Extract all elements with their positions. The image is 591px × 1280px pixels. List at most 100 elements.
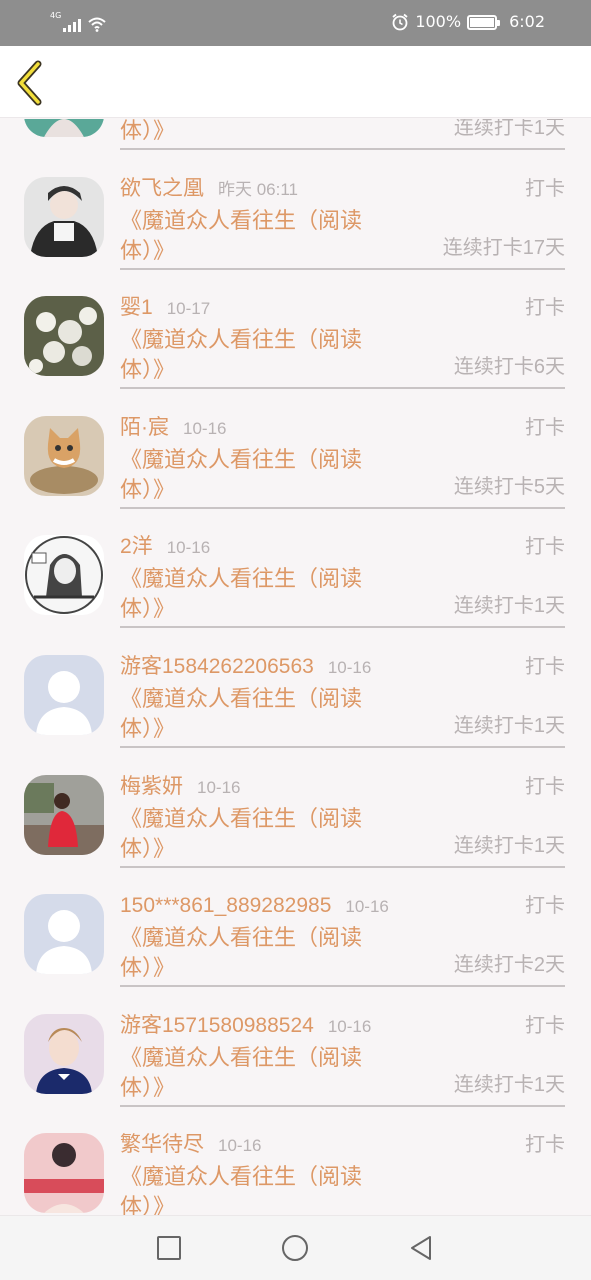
avatar[interactable]: [24, 654, 104, 735]
divider: [120, 1104, 565, 1107]
checkin-item[interactable]: 游客1584262206563 10-16 打卡 《魔道众人看往生（阅读体）》 连续打卡…: [0, 638, 591, 758]
post-time: 10-16: [327, 1016, 372, 1036]
circle-icon: [282, 1235, 308, 1261]
avatar[interactable]: [24, 774, 104, 855]
user-line: 游客1571580988524 10-16: [120, 1013, 371, 1040]
user-line: 欲飞之凰 昨天 06:11: [120, 176, 298, 203]
checkin-type: 打卡: [525, 1134, 565, 1157]
avatar[interactable]: [24, 1013, 104, 1094]
checkin-type: 打卡: [525, 536, 565, 559]
book-title-link[interactable]: 《魔道众人看往生（阅读体）》: [120, 206, 390, 266]
user-name[interactable]: 陌·宸: [120, 416, 169, 439]
battery-icon: [467, 14, 501, 30]
checkin-type: 打卡: [525, 177, 565, 200]
checkin-item[interactable]: 游客1571580988524 10-16 打卡《魔道众人看往生（阅读体）》连续打卡…: [0, 997, 591, 1117]
divider: [120, 745, 565, 748]
user-name[interactable]: 梅紫妍: [120, 775, 183, 798]
avatar[interactable]: [24, 894, 104, 975]
network-type: 4G: [50, 11, 62, 20]
post-time: 昨天 06:11: [218, 179, 299, 199]
avatar[interactable]: [24, 415, 104, 496]
checkin-type: 打卡: [525, 775, 565, 798]
book-title-link[interactable]: 《魔道众人看往生（阅读体）》: [120, 1043, 390, 1103]
book-title-link[interactable]: 《魔道众人看往生（阅读体）》: [120, 1162, 390, 1215]
checkin-item[interactable]: 2洋 10-16 打卡《魔道众人看往生（阅读体）》连续打卡1天: [0, 518, 591, 638]
avatar[interactable]: [24, 1133, 104, 1214]
system-back-button[interactable]: [405, 1232, 437, 1264]
user-name[interactable]: 婴1: [120, 296, 153, 319]
checkin-item[interactable]: 陌·宸 10-16 打卡《魔道众人看往生（阅读体）》连续打卡5天: [0, 399, 591, 519]
divider: [120, 865, 565, 868]
user-line: 繁华待尽 10-16: [120, 1132, 261, 1159]
checkin-item[interactable]: 繁华待尽 10-16 打卡《魔道众人看往生（阅读体）》: [0, 1116, 591, 1215]
post-time: 10-16: [197, 777, 241, 797]
post-time: 10-17: [166, 299, 211, 319]
header-bar: [0, 46, 591, 118]
system-nav-bar: [0, 1215, 591, 1280]
triangle-back-icon: [411, 1236, 431, 1260]
user-name[interactable]: 游客1584262206563: [120, 655, 314, 678]
wifi-icon: [88, 17, 106, 32]
divider: [120, 985, 565, 988]
divider: [120, 267, 565, 270]
user-name[interactable]: 2洋: [120, 535, 153, 558]
streak-count: 连续打卡1天: [453, 1073, 565, 1096]
recent-apps-button[interactable]: [153, 1232, 185, 1264]
checkin-type: 打卡: [525, 416, 565, 439]
back-button[interactable]: [12, 58, 52, 106]
book-title-link[interactable]: 《魔道众人看往生（阅读体）》: [120, 445, 390, 505]
user-name[interactable]: 欲飞之凰: [120, 177, 204, 200]
square-icon: [157, 1236, 181, 1260]
streak-count: 连续打卡5天: [453, 475, 565, 498]
home-button[interactable]: [279, 1232, 311, 1264]
checkin-item[interactable]: 梅紫妍 10-16 打卡 《魔道众人看往生（阅读体）》 连续打卡1天: [0, 758, 591, 878]
book-title-link[interactable]: 《魔道众人看往生（阅读体）》: [120, 804, 390, 864]
divider: [120, 626, 565, 629]
streak-count: 连续打卡2天: [453, 954, 565, 977]
checkin-type: 打卡: [525, 655, 565, 678]
post-time: 10-16: [327, 657, 372, 677]
post-time: 10-16: [218, 1136, 262, 1156]
chevron-left-icon: [17, 60, 42, 106]
avatar[interactable]: [24, 176, 104, 257]
battery-percent: 100%: [415, 12, 462, 31]
avatar[interactable]: [24, 535, 104, 616]
checkin-item[interactable]: 《魔道众人看往生（阅读体）》 连续打卡1天: [0, 119, 591, 160]
user-line: 2洋 10-16: [120, 534, 210, 561]
avatar[interactable]: [24, 119, 104, 137]
book-title-link[interactable]: 《魔道众人看往生（阅读体）》: [120, 325, 390, 385]
checkin-item[interactable]: 150***861_889282985 10-16 打卡《魔道众人看往生（阅读体）》…: [0, 877, 591, 997]
book-title-link[interactable]: 《魔道众人看往生（阅读体）》: [120, 564, 390, 624]
post-time: 10-16: [183, 418, 227, 438]
user-line: 婴1 10-17: [120, 295, 210, 322]
signal-icon: [63, 16, 82, 32]
streak-count: 连续打卡1天: [453, 119, 565, 139]
book-title-link[interactable]: 《魔道众人看往生（阅读体）》: [120, 684, 390, 744]
book-title-link[interactable]: 《魔道众人看往生（阅读体）》: [120, 119, 390, 146]
post-time: 10-16: [166, 538, 211, 558]
divider: [120, 506, 565, 509]
user-line: 150***861_889282985 10-16: [120, 893, 389, 920]
user-name[interactable]: 150***861_889282985: [120, 894, 331, 917]
status-bar: 4G 100% 6:02: [0, 0, 591, 46]
status-left: 4G: [50, 12, 107, 32]
user-line: 陌·宸 10-16: [120, 415, 226, 442]
streak-count: 连续打卡6天: [453, 356, 565, 379]
checkin-type: 打卡: [525, 297, 565, 320]
checkin-type: 打卡: [525, 895, 565, 918]
streak-count: 连续打卡1天: [453, 595, 565, 618]
user-name[interactable]: 游客1571580988524: [120, 1014, 314, 1037]
user-name[interactable]: 繁华待尽: [120, 1133, 204, 1156]
checkin-item[interactable]: 欲飞之凰 昨天 06:11 打卡 《魔道众人看往生（阅读体）》 连续打卡17天: [0, 160, 591, 280]
divider: [120, 148, 565, 150]
user-line: 梅紫妍 10-16: [120, 774, 240, 801]
checkin-item[interactable]: 婴1 10-17 打卡《魔道众人看往生（阅读体）》连续打卡6天: [0, 279, 591, 399]
status-right: 100% 6:02: [391, 11, 545, 33]
checkin-type: 打卡: [525, 1014, 565, 1037]
book-title-link[interactable]: 《魔道众人看往生（阅读体）》: [120, 923, 390, 983]
checkin-list[interactable]: 《魔道众人看往生（阅读体）》连续打卡1天欲飞之凰昨天 06:11打卡《魔道众人看…: [0, 119, 591, 1215]
avatar[interactable]: [24, 296, 104, 377]
clock: 6:02: [509, 12, 545, 31]
user-line: 游客1584262206563 10-16: [120, 654, 371, 681]
checkin-list-content: 《魔道众人看往生（阅读体）》连续打卡1天欲飞之凰昨天 06:11打卡《魔道众人看…: [0, 119, 591, 1215]
